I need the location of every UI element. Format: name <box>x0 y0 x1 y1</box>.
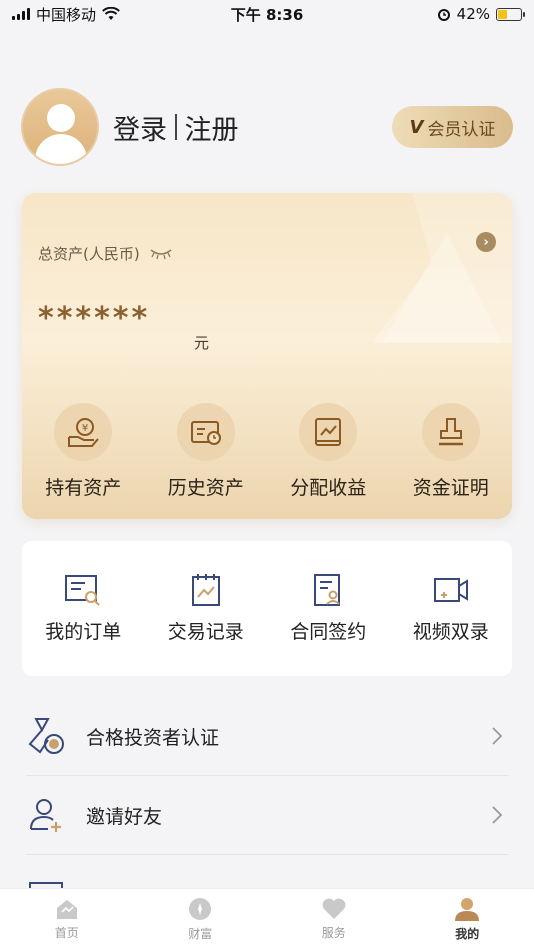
status-bar: 中国移动 下午 8:36 42% <box>0 0 534 28</box>
eye-closed-icon[interactable] <box>150 248 172 260</box>
carrier-label: 中国移动 <box>36 5 97 24</box>
total-asset-text: 总资产(人民币) <box>38 245 140 263</box>
quick-label: 分配收益 <box>290 477 367 499</box>
chevron-right-icon <box>492 806 502 824</box>
list-item-investor-verify[interactable]: 合格投资者认证 <box>26 697 508 776</box>
home-icon <box>56 900 77 919</box>
asset-unit: 元 <box>194 334 210 352</box>
asset-quick-actions: ¥ 持有资产 历史资产 分配收益 资金证明 <box>22 403 512 500</box>
card-clock-icon <box>176 403 235 461</box>
login-register[interactable]: 登录 注册 <box>113 108 239 147</box>
order-label: 我的订单 <box>45 621 122 643</box>
member-verify-button[interactable]: V 会员认证 <box>392 106 513 148</box>
video-record-icon <box>433 578 468 602</box>
tab-label: 我的 <box>455 927 480 941</box>
quick-item-holding[interactable]: ¥ 持有资产 <box>22 403 145 500</box>
avatar[interactable] <box>21 88 99 166</box>
vip-badge-icon: V <box>409 116 424 138</box>
tab-label: 服务 <box>321 926 346 940</box>
stamp-icon <box>421 403 480 461</box>
svg-text:¥: ¥ <box>82 423 88 434</box>
total-asset-value: ****** <box>38 301 151 336</box>
order-label: 交易记录 <box>167 621 244 643</box>
heart-icon <box>322 898 346 919</box>
chart-book-icon <box>299 403 358 461</box>
investor-medal-icon <box>26 716 66 756</box>
card-decoration <box>372 193 512 343</box>
quick-label: 历史资产 <box>167 477 244 499</box>
list-label: 合格投资者认证 <box>86 726 220 749</box>
quick-item-proof[interactable]: 资金证明 <box>390 403 513 500</box>
order-item-video[interactable]: 视频双录 <box>390 573 513 644</box>
order-item-trade-record[interactable]: 交易记录 <box>145 573 268 644</box>
list-item-invite-friend[interactable]: 邀请好友 <box>26 776 508 855</box>
battery-icon <box>496 7 525 21</box>
login-link[interactable]: 登录 <box>113 108 167 147</box>
add-friend-icon <box>26 795 66 835</box>
order-item-my-orders[interactable]: 我的订单 <box>22 573 145 644</box>
quick-label: 持有资产 <box>45 477 122 499</box>
contract-sign-icon <box>314 574 341 606</box>
signal-icon <box>12 8 30 20</box>
order-search-icon <box>65 575 100 606</box>
tab-label: 首页 <box>54 926 79 940</box>
user-icon <box>455 898 480 921</box>
profile-header: 登录 注册 V 会员认证 <box>21 88 513 166</box>
quick-item-history[interactable]: 历史资产 <box>145 403 268 500</box>
tab-label: 财富 <box>188 927 213 941</box>
quick-item-income[interactable]: 分配收益 <box>267 403 390 500</box>
battery-percent: 42% <box>456 5 490 23</box>
wifi-icon <box>102 7 120 20</box>
tab-service[interactable]: 服务 <box>267 889 401 950</box>
register-link[interactable]: 注册 <box>185 108 239 147</box>
order-shortcuts: 我的订单 交易记录 合同签约 视频双录 <box>22 541 512 676</box>
tab-wealth[interactable]: 财富 <box>134 889 268 950</box>
hand-yuan-icon: ¥ <box>54 403 113 461</box>
wealth-icon <box>189 898 212 920</box>
order-item-contract[interactable]: 合同签约 <box>267 573 390 644</box>
tab-mine[interactable]: 我的 <box>401 889 534 950</box>
divider <box>175 114 177 140</box>
chevron-right-icon <box>492 727 502 745</box>
asset-card: 总资产(人民币) › ****** 元 ¥ 持有资产 历史资产 分配收益 资金证… <box>22 193 512 519</box>
tab-home[interactable]: 首页 <box>0 889 134 950</box>
order-label: 合同签约 <box>290 621 367 643</box>
list-label: 邀请好友 <box>86 805 163 828</box>
bottom-tab-bar: 首页 财富 服务 我的 <box>0 888 534 950</box>
trade-record-icon <box>191 574 220 606</box>
alarm-icon <box>437 9 450 21</box>
quick-label: 资金证明 <box>412 477 489 499</box>
member-verify-label: 会员认证 <box>427 119 496 140</box>
asset-detail-arrow-icon[interactable]: › <box>476 232 496 252</box>
order-label: 视频双录 <box>412 621 489 643</box>
total-asset-label: 总资产(人民币) <box>38 243 172 264</box>
